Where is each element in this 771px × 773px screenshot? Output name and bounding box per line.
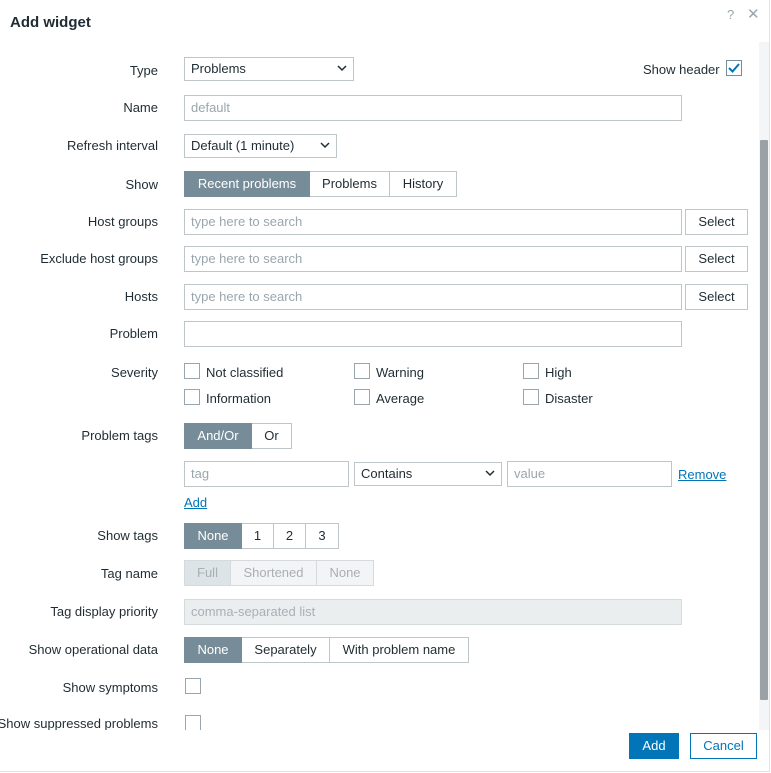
severity-disaster-checkbox[interactable] bbox=[523, 389, 539, 405]
show-tags-1[interactable]: 1 bbox=[242, 523, 274, 549]
hosts-label: Hosts bbox=[124, 289, 158, 304]
severity-warning-label: Warning bbox=[376, 365, 424, 380]
show-tags-2[interactable]: 2 bbox=[274, 523, 306, 549]
problem-tags-label: Problem tags bbox=[81, 428, 158, 443]
severity-average-label: Average bbox=[376, 391, 425, 406]
severity-disaster-label: Disaster bbox=[545, 391, 593, 406]
remove-tag-link[interactable]: Remove bbox=[678, 467, 726, 482]
chevron-down-icon bbox=[320, 137, 330, 161]
cancel-button[interactable]: Cancel bbox=[690, 733, 757, 759]
form-body: Type Problems Show header Name default R… bbox=[0, 42, 756, 730]
severity-not-classified-label: Not classified bbox=[206, 365, 284, 380]
show-symptoms-label: Show symptoms bbox=[62, 680, 158, 695]
tag-name-shortened: Shortened bbox=[231, 560, 317, 586]
show-tags-3[interactable]: 3 bbox=[306, 523, 339, 549]
severity-label: Severity bbox=[111, 365, 158, 380]
dialog-title: Add widget bbox=[10, 14, 91, 31]
show-label: Show bbox=[125, 177, 158, 192]
check-icon bbox=[728, 63, 740, 73]
severity-average-checkbox[interactable] bbox=[354, 389, 370, 405]
severity-high-checkbox[interactable] bbox=[523, 363, 539, 379]
show-operational-data-segmented: None Separately With problem name bbox=[184, 637, 469, 663]
operational-data-separately[interactable]: Separately bbox=[242, 637, 330, 663]
severity-information-checkbox[interactable] bbox=[184, 389, 200, 405]
exclude-host-groups-select-button[interactable]: Select bbox=[685, 246, 748, 272]
add-tag-link[interactable]: Add bbox=[184, 495, 207, 510]
severity-warning-checkbox[interactable] bbox=[354, 363, 370, 379]
scrollbar-thumb[interactable] bbox=[760, 140, 768, 700]
tag-operator-select[interactable]: Contains bbox=[354, 462, 502, 486]
type-label: Type bbox=[129, 63, 158, 78]
severity-information-label: Information bbox=[206, 391, 272, 406]
problem-input[interactable] bbox=[184, 321, 682, 347]
tag-display-priority-input: comma-separated list bbox=[184, 599, 682, 625]
refresh-interval-value: Default (1 minute) bbox=[191, 138, 295, 153]
help-icon[interactable]: ? bbox=[727, 7, 734, 22]
problem-tags-and-or[interactable]: And/Or bbox=[184, 423, 252, 449]
tag-name-input[interactable]: tag bbox=[184, 461, 349, 487]
operational-data-with-problem-name[interactable]: With problem name bbox=[330, 637, 469, 663]
hosts-select-button[interactable]: Select bbox=[685, 284, 748, 310]
refresh-interval-label: Refresh interval bbox=[66, 138, 158, 153]
chevron-down-icon bbox=[485, 465, 495, 489]
hosts-input[interactable]: type here to search bbox=[184, 284, 682, 310]
host-groups-select-button[interactable]: Select bbox=[685, 209, 748, 235]
show-header-checkbox[interactable] bbox=[726, 60, 742, 76]
type-value: Problems bbox=[191, 61, 246, 76]
show-suppressed-checkbox[interactable] bbox=[185, 715, 201, 730]
show-tags-none[interactable]: None bbox=[184, 523, 242, 549]
show-tags-label: Show tags bbox=[97, 528, 158, 543]
show-problems[interactable]: Problems bbox=[310, 171, 390, 197]
tag-name-none: None bbox=[317, 560, 374, 586]
chevron-down-icon bbox=[337, 60, 347, 84]
severity-high-label: High bbox=[545, 365, 572, 380]
show-suppressed-label: Show suppressed problems bbox=[0, 716, 158, 730]
type-select[interactable]: Problems bbox=[184, 57, 354, 81]
show-segmented: Recent problems Problems History bbox=[184, 171, 457, 197]
operational-data-none[interactable]: None bbox=[184, 637, 242, 663]
exclude-host-groups-label: Exclude host groups bbox=[40, 251, 158, 266]
tag-display-priority-label: Tag display priority bbox=[50, 604, 158, 619]
severity-not-classified-checkbox[interactable] bbox=[184, 363, 200, 379]
show-tags-segmented: None 1 2 3 bbox=[184, 523, 339, 549]
host-groups-input[interactable]: type here to search bbox=[184, 209, 682, 235]
add-widget-dialog: Add widget ? ✕ Type Problems Show header… bbox=[0, 0, 770, 772]
exclude-host-groups-input[interactable]: type here to search bbox=[184, 246, 682, 272]
show-symptoms-checkbox[interactable] bbox=[185, 678, 201, 694]
host-groups-label: Host groups bbox=[87, 214, 158, 229]
name-input[interactable]: default bbox=[184, 95, 682, 121]
tag-value-input[interactable]: value bbox=[507, 461, 672, 487]
name-label: Name bbox=[123, 100, 158, 115]
tag-name-segmented: Full Shortened None bbox=[184, 560, 374, 586]
tag-name-full: Full bbox=[184, 560, 231, 586]
refresh-interval-select[interactable]: Default (1 minute) bbox=[184, 134, 337, 158]
problem-tags-or[interactable]: Or bbox=[252, 423, 292, 449]
add-button[interactable]: Add bbox=[629, 733, 679, 759]
tag-name-label: Tag name bbox=[100, 566, 158, 581]
close-icon[interactable]: ✕ bbox=[747, 5, 760, 23]
tag-operator-value: Contains bbox=[361, 466, 413, 481]
show-recent-problems[interactable]: Recent problems bbox=[184, 171, 310, 197]
problem-label: Problem bbox=[109, 326, 158, 341]
show-header-label: Show header bbox=[643, 62, 720, 77]
show-history[interactable]: History bbox=[390, 171, 457, 197]
show-operational-data-label: Show operational data bbox=[28, 642, 158, 657]
problem-tags-segmented: And/Or Or bbox=[184, 423, 292, 449]
